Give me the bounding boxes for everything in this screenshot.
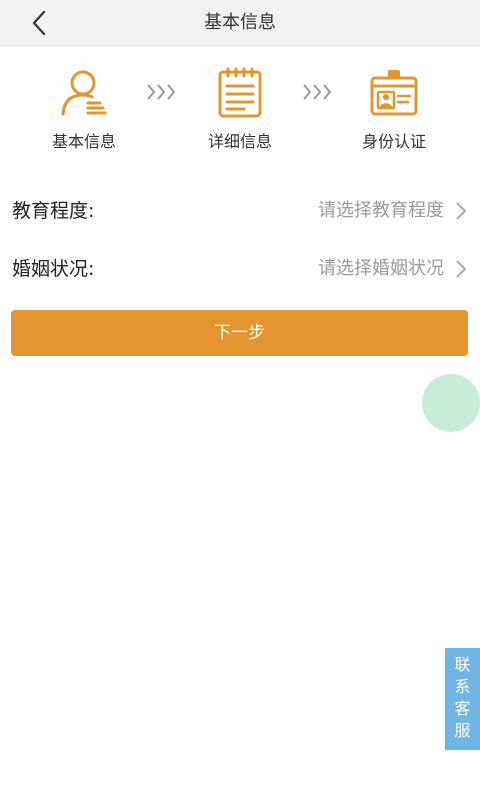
marital-label: 婚姻状况: [12, 258, 95, 280]
service-char: 服 [454, 721, 471, 740]
notepad-icon [218, 67, 262, 118]
service-char: 系 [454, 677, 471, 696]
contact-service-button[interactable]: 联 系 客 服 [445, 648, 480, 750]
next-step-button[interactable]: 下一步 [11, 310, 468, 356]
education-label: 教育程度: [12, 200, 95, 222]
step-label: 基本信息 [51, 132, 116, 151]
floating-action-button[interactable] [422, 374, 480, 432]
triple-chevron-right-icon [147, 84, 176, 100]
chevron-right-icon [456, 260, 467, 278]
step-label: 身份认证 [361, 132, 426, 151]
chevron-right-icon [456, 202, 467, 220]
id-card-icon [370, 70, 418, 116]
marital-placeholder: 请选择婚姻状况 [318, 258, 444, 279]
service-char: 客 [454, 699, 471, 718]
basic-info-page: 基本信息 基本信息 详细信息 身份认证 教育程度: 请选择教育程度 婚姻状况: … [0, 0, 480, 800]
step-basic-info: 基本信息 [29, 60, 139, 152]
education-placeholder: 请选择教育程度 [318, 200, 444, 221]
user-profile-icon [61, 70, 107, 116]
step-label: 详细信息 [207, 132, 272, 151]
header-bar: 基本信息 [0, 0, 480, 46]
progress-steps: 基本信息 详细信息 身份认证 [0, 60, 480, 160]
education-select-row[interactable]: 教育程度: 请选择教育程度 [0, 182, 480, 240]
step-detail-info: 详细信息 [185, 60, 295, 152]
step-identity-auth: 身份认证 [339, 60, 449, 152]
triple-chevron-right-icon [303, 84, 332, 100]
marital-select-row[interactable]: 婚姻状况: 请选择婚姻状况 [0, 240, 480, 298]
page-title: 基本信息 [204, 12, 276, 33]
service-char: 联 [454, 655, 471, 674]
